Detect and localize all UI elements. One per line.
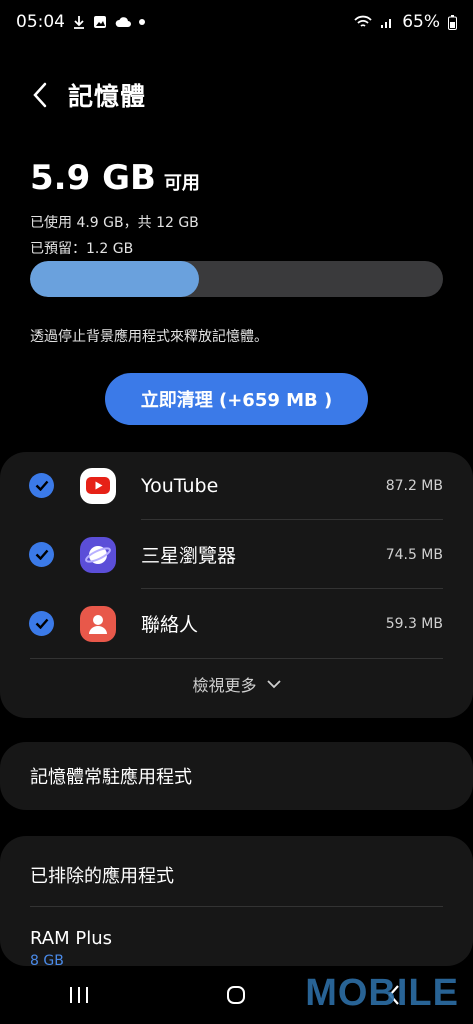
view-more-button[interactable]: 檢視更多: [0, 672, 473, 696]
app-size: 59.3 MB: [385, 615, 443, 632]
recent-apps-button[interactable]: [49, 975, 109, 1015]
memory-summary: 5.9 GB 可用 已使用 4.9 GB，共 12 GB 已預留：1.2 GB: [30, 158, 200, 258]
status-time: 05:04: [16, 12, 65, 32]
excluded-apps-item[interactable]: 已排除的應用程式: [30, 862, 174, 888]
app-name: YouTube: [141, 474, 219, 497]
gallery-icon: [93, 15, 107, 29]
notification-dot-icon: [139, 19, 145, 25]
status-bar: 05:04 65%: [0, 0, 473, 44]
app-size: 87.2 MB: [385, 477, 443, 494]
resident-apps-item[interactable]: 記憶體常駐應用程式: [0, 742, 473, 810]
checkbox-contacts[interactable]: [29, 611, 54, 636]
wifi-icon: [354, 15, 372, 29]
check-icon: [35, 549, 48, 560]
ram-plus-item[interactable]: RAM Plus: [30, 928, 112, 949]
hint-text: 透過停止背景應用程式來釋放記憶體。: [30, 329, 268, 345]
checkbox-samsung-internet[interactable]: [29, 542, 54, 567]
available-unit: 可用: [163, 173, 200, 194]
app-row-contacts[interactable]: 聯絡人 59.3 MB: [0, 589, 473, 658]
header: 記憶體: [0, 72, 473, 118]
resident-apps-label: 記憶體常駐應用程式: [30, 767, 192, 788]
memory-usage-fill: [30, 261, 200, 297]
app-size: 74.5 MB: [385, 546, 443, 563]
memory-usage-bar: [30, 261, 443, 297]
home-icon: [227, 986, 246, 1004]
view-more-label: 檢視更多: [192, 676, 257, 695]
samsung-internet-icon: [80, 536, 116, 573]
watermark-logo: MOBILE: [305, 972, 459, 1014]
divider: [30, 658, 443, 659]
cloud-icon: [115, 16, 131, 28]
app-row-samsung-internet[interactable]: 三星瀏覽器 74.5 MB: [0, 520, 473, 589]
recent-apps-icon: [69, 987, 88, 1003]
download-icon: [73, 15, 85, 29]
battery-percent: 65%: [402, 12, 440, 32]
signal-icon: [380, 15, 394, 29]
youtube-icon: [80, 467, 116, 504]
check-icon: [35, 480, 48, 491]
back-button[interactable]: [20, 75, 60, 115]
check-icon: [35, 618, 48, 629]
contacts-icon: [80, 605, 116, 642]
app-row-youtube[interactable]: YouTube 87.2 MB: [0, 451, 473, 520]
app-name: 聯絡人: [141, 614, 199, 636]
checkbox-youtube[interactable]: [29, 473, 54, 498]
back-arrow-icon: [33, 82, 47, 108]
chevron-down-icon: [266, 679, 281, 688]
home-button[interactable]: [206, 975, 266, 1015]
clean-now-button[interactable]: 立即清理 (+659 MB ): [105, 373, 368, 425]
page-title: 記憶體: [68, 82, 147, 111]
app-name: 三星瀏覽器: [141, 545, 237, 567]
used-text: 已使用 4.9 GB，共 12 GB: [30, 215, 199, 231]
battery-icon: [448, 14, 457, 30]
reserved-text: 已預留：1.2 GB: [30, 241, 134, 257]
divider: [30, 906, 443, 907]
available-value: 5.9 GB: [30, 158, 156, 198]
